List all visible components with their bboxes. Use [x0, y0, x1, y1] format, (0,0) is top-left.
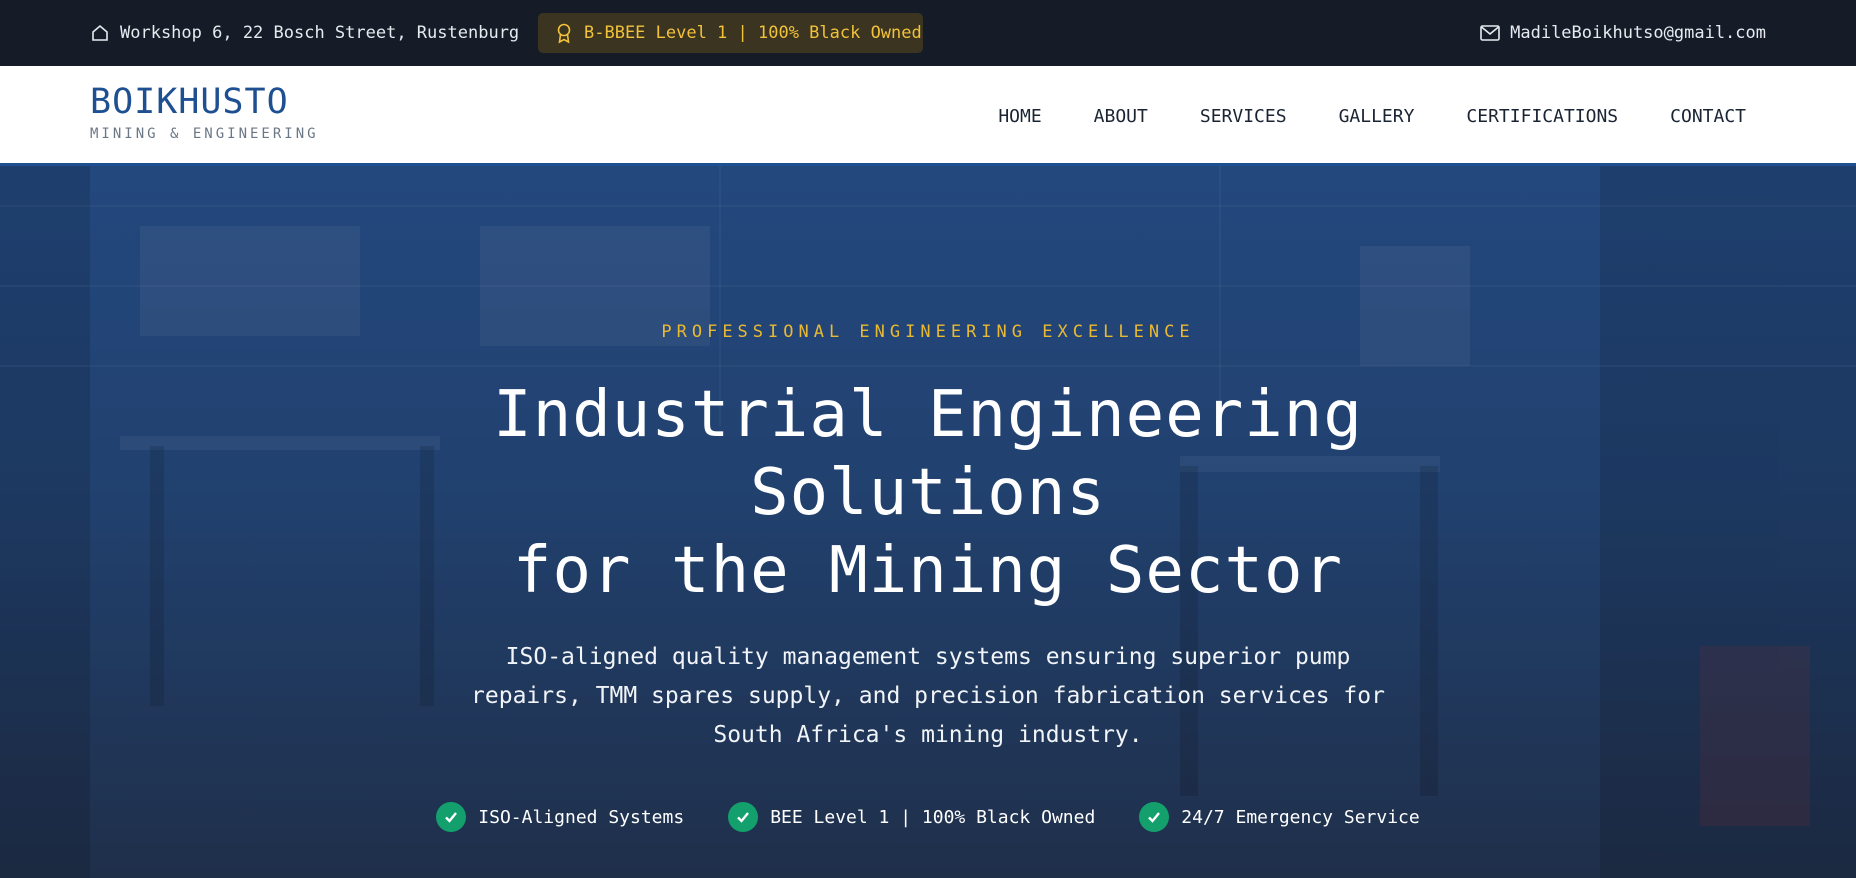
mail-icon: [1480, 25, 1500, 41]
hero-description: ISO-aligned quality management systems e…: [471, 644, 1385, 748]
brand-name[interactable]: BOIKHUSTO: [90, 82, 319, 122]
hero-section: PROFESSIONAL ENGINEERING EXCELLENCE Indu…: [0, 166, 1856, 878]
award-icon: [554, 22, 574, 44]
hero-features: ISO-Aligned Systems BEE Level 1 | 100% B…: [0, 802, 1856, 832]
headline-line-3: for the Mining Sector: [512, 534, 1344, 608]
nav-item-contact[interactable]: CONTACT: [1670, 106, 1746, 127]
check-icon: [728, 802, 759, 832]
main-nav: HOME ABOUT SERVICES GALLERY CERTIFICATIO…: [998, 66, 1746, 166]
feature-item: ISO-Aligned Systems: [436, 802, 684, 832]
feature-item: BEE Level 1 | 100% Black Owned: [728, 802, 1095, 832]
hero-content: PROFESSIONAL ENGINEERING EXCELLENCE Indu…: [0, 166, 1856, 878]
brand-logo[interactable]: BOIKHUSTO MINING & ENGINEERING: [90, 82, 319, 142]
nav-item-services[interactable]: SERVICES: [1200, 106, 1287, 127]
feature-label: ISO-Aligned Systems: [478, 806, 685, 828]
email-link[interactable]: MadileBoikhutso@gmail.com: [1480, 0, 1766, 66]
address-text: Workshop 6, 22 Bosch Street, Rustenburg: [120, 23, 520, 43]
feature-label: BEE Level 1 | 100% Black Owned: [770, 806, 1096, 828]
hero-eyebrow: PROFESSIONAL ENGINEERING EXCELLENCE: [661, 322, 1195, 342]
nav-item-home[interactable]: HOME: [998, 106, 1041, 127]
site-header: BOIKHUSTO MINING & ENGINEERING HOME ABOU…: [0, 66, 1856, 166]
email-text[interactable]: MadileBoikhutso@gmail.com: [1510, 23, 1766, 43]
headline-line-2: Solutions: [750, 456, 1106, 530]
brand-tagline: MINING & ENGINEERING: [90, 126, 319, 142]
address: Workshop 6, 22 Bosch Street, Rustenburg: [90, 0, 519, 66]
headline-line-1: Industrial Engineering: [493, 378, 1363, 452]
feature-label: 24/7 Emergency Service: [1181, 806, 1420, 828]
hero-headline: Industrial Engineering Solutions for the…: [0, 376, 1856, 610]
nav-item-gallery[interactable]: GALLERY: [1339, 106, 1415, 127]
check-icon: [436, 802, 467, 832]
bbbee-badge: B-BBEE Level 1 | 100% Black Owned: [538, 13, 923, 53]
check-icon: [1139, 802, 1170, 832]
feature-item: 24/7 Emergency Service: [1139, 802, 1420, 832]
top-info-bar: Workshop 6, 22 Bosch Street, Rustenburg …: [0, 0, 1856, 66]
nav-item-certifications[interactable]: CERTIFICATIONS: [1466, 106, 1618, 127]
badge-text: B-BBEE Level 1 | 100% Black Owned: [584, 23, 922, 43]
nav-item-about[interactable]: ABOUT: [1094, 106, 1148, 127]
home-icon: [90, 23, 110, 43]
